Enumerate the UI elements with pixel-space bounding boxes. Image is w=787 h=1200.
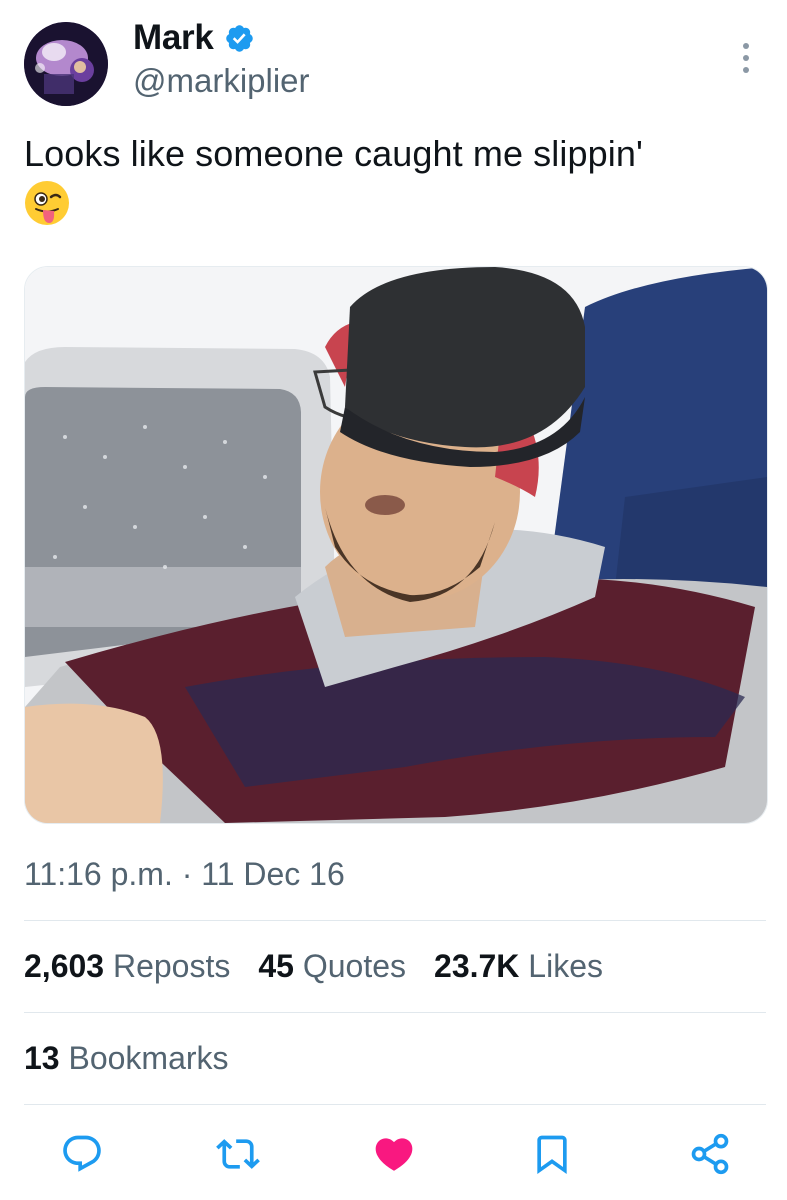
author-handle[interactable]: @markiplier (133, 62, 310, 100)
avatar-image (24, 22, 108, 106)
photo-man-sleeping-on-plane (25, 267, 767, 823)
verified-badge-icon (225, 24, 253, 52)
divider (24, 1104, 766, 1105)
reposts-label: Reposts (112, 948, 231, 984)
quotes-count: 45 (258, 948, 294, 984)
quotes-label: Quotes (302, 948, 407, 984)
more-options-icon[interactable] (736, 38, 756, 78)
share-button[interactable] (688, 1132, 732, 1176)
display-name[interactable]: Mark (133, 18, 214, 58)
reposts-stat[interactable]: 2,603 Reposts (24, 948, 230, 985)
bookmark-button[interactable] (530, 1132, 574, 1176)
likes-count: 23.7K (434, 948, 520, 984)
reply-icon (63, 1135, 101, 1172)
likes-stat[interactable]: 23.7K Likes (434, 948, 603, 985)
avatar[interactable] (24, 22, 108, 106)
share-icon (691, 1133, 729, 1175)
reply-button[interactable] (60, 1132, 104, 1176)
bookmarks-count: 13 (24, 1040, 60, 1076)
bookmark-icon (537, 1135, 567, 1175)
engagement-stats: 2,603 Reposts 45 Quotes 23.7K Likes (24, 948, 631, 985)
bookmarks-label: Bookmarks (68, 1040, 229, 1076)
like-button[interactable] (372, 1132, 416, 1176)
author-name-row[interactable]: Mark (133, 18, 255, 58)
quotes-stat[interactable]: 45 Quotes (258, 948, 406, 985)
bookmarks-stat[interactable]: 13 Bookmarks (24, 1040, 229, 1077)
divider (24, 1012, 766, 1013)
repost-icon (216, 1139, 260, 1169)
heart-icon (375, 1138, 413, 1171)
tweet-text: Looks like someone caught me slippin' (24, 133, 643, 174)
tweet-photo[interactable] (24, 266, 768, 824)
tweet-timestamp[interactable]: 11:16 p.m. · 11 Dec 16 (24, 856, 345, 893)
likes-label: Likes (528, 948, 603, 984)
divider (24, 920, 766, 921)
winking-face-with-tongue-emoji (25, 181, 69, 225)
reposts-count: 2,603 (24, 948, 105, 984)
repost-button[interactable] (216, 1132, 260, 1176)
